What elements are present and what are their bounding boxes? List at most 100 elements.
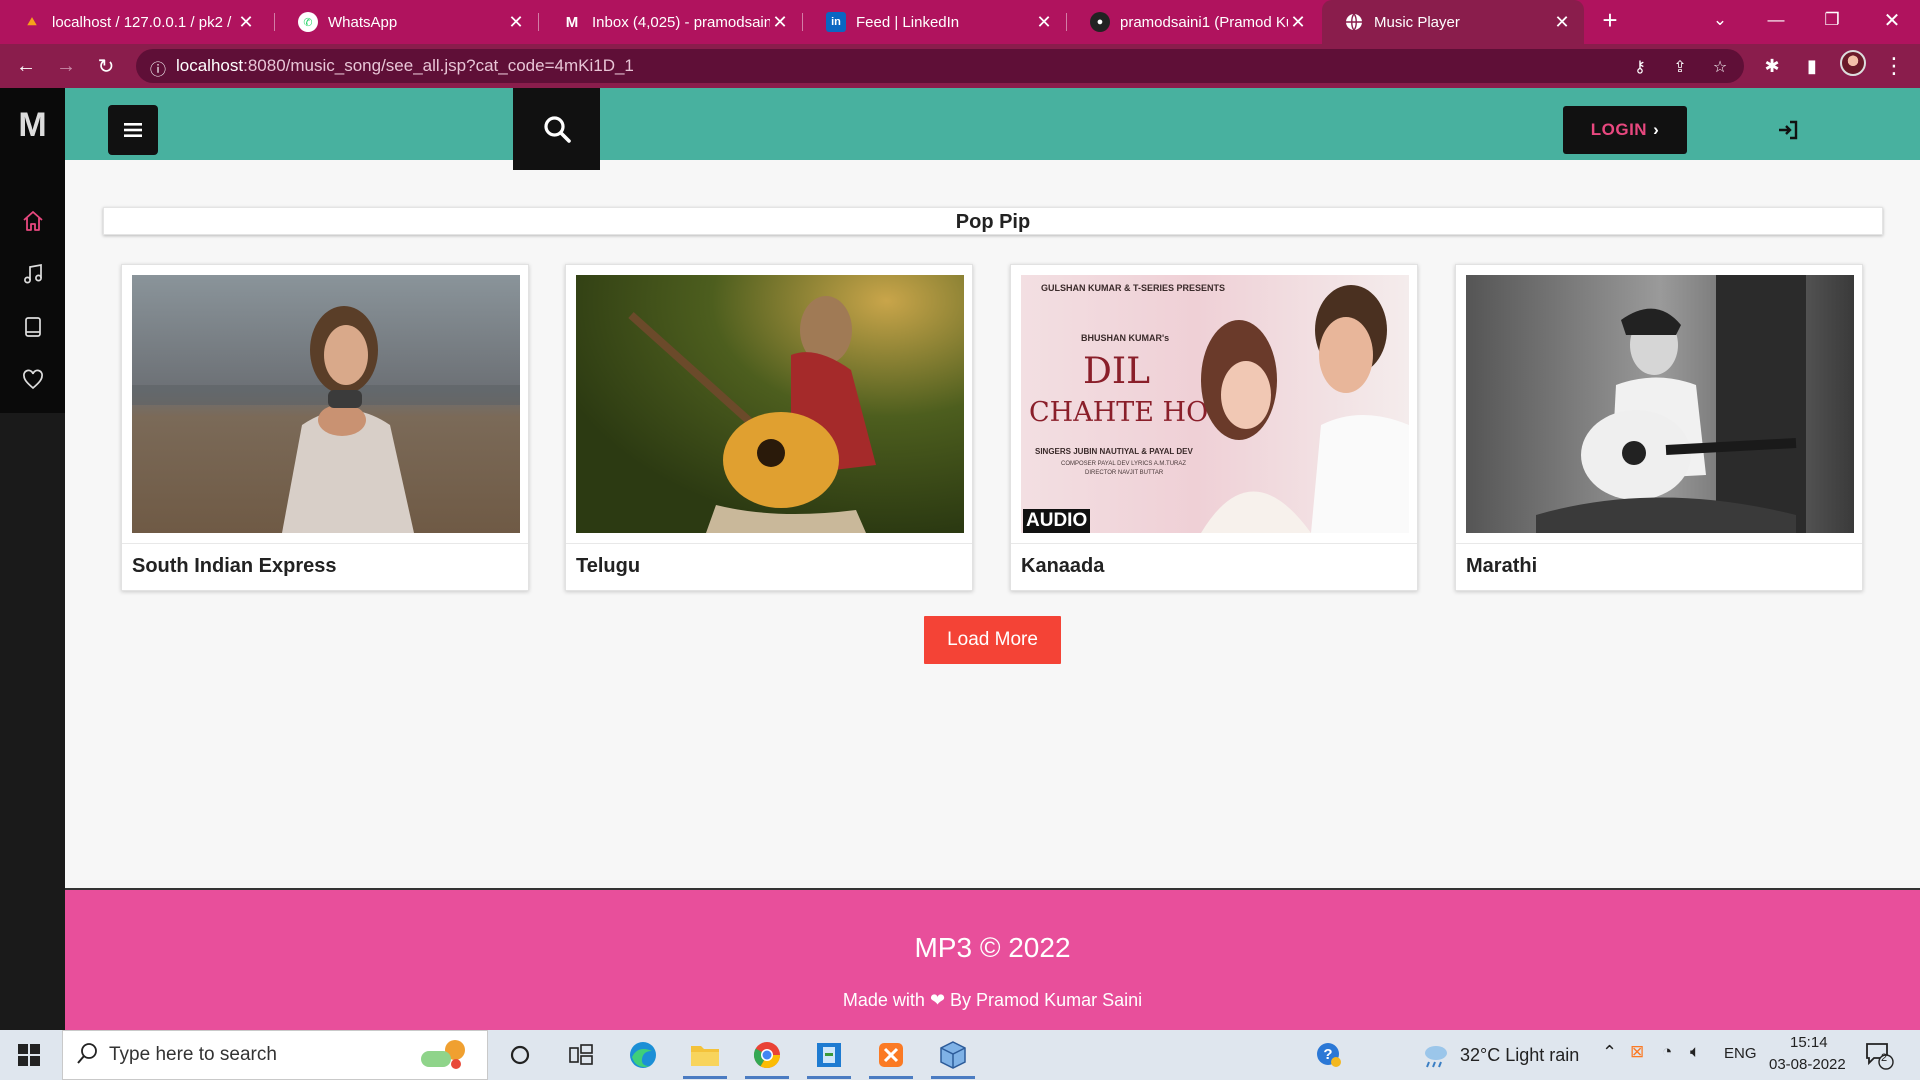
side-panel-icon[interactable]: ▮: [1798, 52, 1826, 80]
cortana-circle-icon[interactable]: [503, 1038, 537, 1072]
running-indicator: [683, 1076, 727, 1079]
running-indicator: [807, 1076, 851, 1079]
sign-in-icon[interactable]: [1776, 118, 1800, 142]
sidebar-item-music[interactable]: [0, 249, 65, 299]
tab-gmail[interactable]: M Inbox (4,025) - pramodsaini ✕: [540, 0, 802, 44]
category-card[interactable]: Telugu: [565, 264, 973, 591]
close-icon[interactable]: ✕: [1288, 12, 1308, 33]
app-sidebar: M: [0, 88, 65, 1030]
notepad-app-icon[interactable]: [812, 1038, 846, 1072]
tab-music-player[interactable]: Music Player ✕: [1322, 0, 1584, 44]
more-menu-icon[interactable]: ⋮: [1880, 52, 1908, 80]
close-icon[interactable]: ✕: [770, 12, 790, 33]
address-bar[interactable]: ⓘ localhost:8080/music_song/see_all.jsp?…: [136, 49, 1744, 83]
task-view-icon[interactable]: [564, 1038, 598, 1072]
taskbar-search-input[interactable]: Type here to search: [62, 1030, 488, 1080]
sidebar-filler: [0, 413, 65, 1030]
tab-search-chevron-icon[interactable]: ⌄: [1692, 0, 1748, 40]
tab-title: Feed | LinkedIn: [856, 13, 960, 31]
hamburger-icon: [124, 123, 142, 137]
star-icon[interactable]: ☆: [1710, 57, 1730, 77]
clock-time[interactable]: 15:14: [1790, 1034, 1828, 1051]
browser-toolbar: ← → ↻ ⓘ localhost:8080/music_song/see_al…: [0, 44, 1920, 88]
sidebar-item-home[interactable]: [0, 196, 65, 246]
card-divider: [1011, 543, 1417, 544]
search-icon: [77, 1042, 99, 1070]
footer-made-prefix: Made with: [842, 990, 925, 1010]
help-icon[interactable]: ?: [1312, 1038, 1346, 1072]
wifi-icon[interactable]: ◔: [1662, 1042, 1672, 1062]
tab-title: WhatsApp: [328, 13, 398, 31]
xampp-tray-icon[interactable]: ⊠: [1630, 1042, 1644, 1062]
close-icon[interactable]: ✕: [1034, 12, 1054, 33]
xampp-icon[interactable]: [874, 1038, 908, 1072]
notification-center-icon[interactable]: 2: [1862, 1038, 1896, 1072]
reload-icon[interactable]: ↻: [92, 52, 120, 80]
tray-chevron-up-icon[interactable]: ⌃: [1602, 1042, 1617, 1063]
tab-github[interactable]: ● pramodsaini1 (Pramod Kum ✕: [1068, 0, 1320, 44]
tab-whatsapp[interactable]: ✆ WhatsApp ✕: [276, 0, 538, 44]
url-path: :8080/music_song/see_all.jsp?cat_code=4m…: [243, 56, 634, 75]
language-indicator[interactable]: ENG: [1724, 1045, 1757, 1062]
speaker-icon[interactable]: 🔈︎: [1690, 1042, 1700, 1062]
info-icon[interactable]: ⓘ: [148, 56, 168, 80]
app-logo[interactable]: M: [0, 106, 65, 145]
new-tab-button[interactable]: +: [1584, 0, 1636, 40]
edge-browser-icon[interactable]: [626, 1038, 660, 1072]
footer-credit: Made with ❤ By Pramod Kumar Saini: [65, 990, 1920, 1011]
profile-avatar[interactable]: [1840, 50, 1866, 76]
forward-arrow-icon[interactable]: →: [52, 52, 80, 80]
tab-phpmyadmin[interactable]: ⛰ localhost / 127.0.0.1 / pk2 / ✕: [0, 0, 268, 44]
weather-sticker-icon: [411, 1037, 471, 1079]
windows-taskbar: Type here to search ? 32°C Light rain ⌃ …: [0, 1030, 1920, 1080]
close-icon[interactable]: ✕: [506, 12, 526, 33]
restore-button[interactable]: ❐: [1804, 0, 1860, 40]
chrome-icon[interactable]: [750, 1038, 784, 1072]
search-button[interactable]: [513, 88, 600, 170]
weather-text[interactable]: 32°C Light rain: [1460, 1045, 1579, 1066]
category-card[interactable]: South Indian Express: [121, 264, 529, 591]
close-icon[interactable]: ✕: [236, 12, 256, 33]
close-window-button[interactable]: ✕: [1864, 0, 1920, 40]
card-title: South Indian Express: [132, 555, 337, 577]
tab-separator: [274, 13, 275, 31]
sidebar-item-favorites[interactable]: [0, 355, 65, 405]
notification-count: 2: [1881, 1052, 1888, 1064]
search-icon: [543, 116, 571, 143]
share-icon[interactable]: ⇪: [1670, 57, 1690, 77]
category-card[interactable]: Marathi: [1455, 264, 1863, 591]
tab-title: Inbox (4,025) - pramodsaini: [592, 13, 770, 31]
card-divider: [1456, 543, 1862, 544]
virtualbox-cube-icon[interactable]: [936, 1038, 970, 1072]
file-explorer-icon[interactable]: [688, 1038, 722, 1072]
browser-tabstrip: ⛰ localhost / 127.0.0.1 / pk2 / ✕ ✆ What…: [0, 0, 1920, 44]
sidebar-item-albums[interactable]: [0, 302, 65, 352]
card-image-woman-on-beach: [132, 275, 520, 533]
github-icon: ●: [1090, 12, 1110, 32]
card-title: Marathi: [1466, 555, 1538, 577]
tab-title: localhost / 127.0.0.1 / pk2 /: [52, 13, 232, 31]
hamburger-menu-button[interactable]: [108, 105, 158, 155]
category-card[interactable]: GULSHAN KUMAR & T-SERIES PRESENTS BHUSHA…: [1010, 264, 1418, 591]
load-more-button[interactable]: Load More: [924, 616, 1061, 664]
album-book-icon: [24, 317, 41, 337]
login-button[interactable]: LOGIN ›: [1563, 106, 1687, 154]
clock-date[interactable]: 03-08-2022: [1769, 1056, 1846, 1073]
card-image-dil-chahte-ho-poster: GULSHAN KUMAR & T-SERIES PRESENTS BHUSHA…: [1021, 275, 1409, 533]
url-host: localhost: [176, 56, 244, 75]
card-title: Telugu: [576, 555, 641, 577]
windows-start-icon[interactable]: [12, 1038, 46, 1072]
back-arrow-icon[interactable]: ←: [12, 52, 40, 80]
minimize-button[interactable]: —: [1748, 0, 1804, 40]
tab-separator: [538, 13, 539, 31]
heart-icon: ❤: [929, 990, 946, 1010]
section-title: Pop Pip: [103, 207, 1883, 235]
tab-separator: [802, 13, 803, 31]
key-icon[interactable]: ⚷: [1630, 57, 1650, 77]
card-divider: [566, 543, 972, 544]
tab-linkedin[interactable]: in Feed | LinkedIn ✕: [804, 0, 1066, 44]
weather-rain-icon[interactable]: [1418, 1038, 1452, 1072]
close-icon[interactable]: ✕: [1552, 12, 1572, 33]
footer-copyright: MP3 © 2022: [914, 932, 1071, 963]
extensions-puzzle-icon[interactable]: ✱: [1758, 52, 1786, 80]
